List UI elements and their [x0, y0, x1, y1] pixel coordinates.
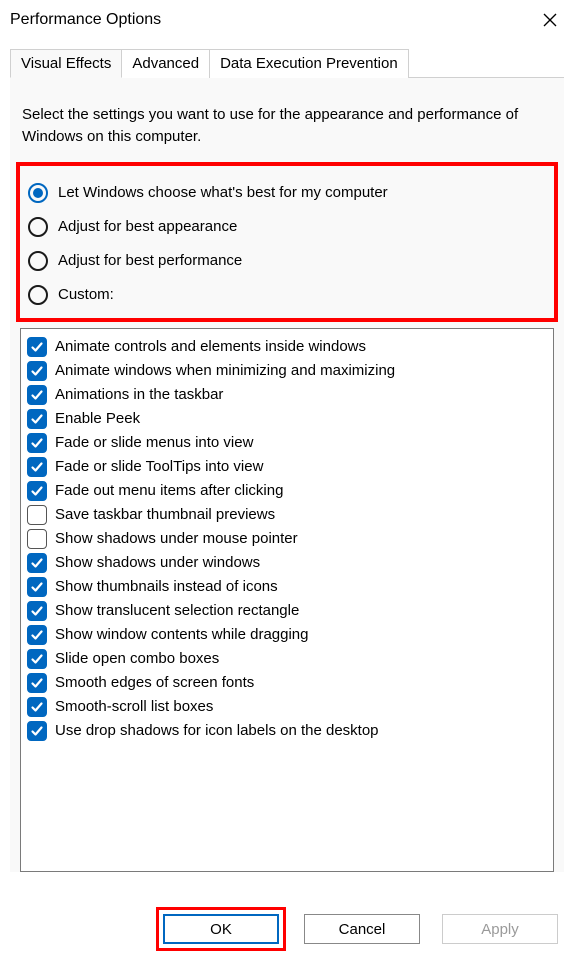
effects-checklist[interactable]: Animate controls and elements inside win… — [20, 328, 554, 872]
check-row[interactable]: Fade or slide menus into view — [27, 431, 547, 455]
check-row[interactable]: Slide open combo boxes — [27, 647, 547, 671]
check-row[interactable]: Animate controls and elements inside win… — [27, 335, 547, 359]
check-label: Enable Peek — [55, 410, 140, 427]
checkbox-icon — [27, 505, 47, 525]
checkbox-icon — [27, 337, 47, 357]
cancel-button[interactable]: Cancel — [304, 914, 420, 944]
check-row[interactable]: Animations in the taskbar — [27, 383, 547, 407]
check-row[interactable]: Animate windows when minimizing and maxi… — [27, 359, 547, 383]
check-label: Fade or slide menus into view — [55, 434, 253, 451]
check-label: Fade out menu items after clicking — [55, 482, 283, 499]
check-label: Fade or slide ToolTips into view — [55, 458, 263, 475]
tab-advanced[interactable]: Advanced — [122, 49, 210, 78]
close-icon — [543, 13, 557, 27]
checkbox-icon — [27, 577, 47, 597]
checkbox-icon — [27, 673, 47, 693]
check-label: Smooth edges of screen fonts — [55, 674, 254, 691]
checkbox-icon — [27, 457, 47, 477]
check-row[interactable]: Show shadows under windows — [27, 551, 547, 575]
checkbox-icon — [27, 601, 47, 621]
check-row[interactable]: Smooth edges of screen fonts — [27, 671, 547, 695]
intro-text: Select the settings you want to use for … — [10, 78, 564, 162]
radio-label: Custom: — [58, 286, 114, 303]
check-label: Slide open combo boxes — [55, 650, 219, 667]
check-row[interactable]: Use drop shadows for icon labels on the … — [27, 719, 547, 743]
check-label: Show translucent selection rectangle — [55, 602, 299, 619]
radio-icon — [28, 217, 48, 237]
check-label: Show thumbnails instead of icons — [55, 578, 278, 595]
checkbox-icon — [27, 361, 47, 381]
checkbox-icon — [27, 649, 47, 669]
tab-dep[interactable]: Data Execution Prevention — [210, 49, 409, 78]
check-row[interactable]: Show translucent selection rectangle — [27, 599, 547, 623]
checkbox-icon — [27, 433, 47, 453]
check-row[interactable]: Show thumbnails instead of icons — [27, 575, 547, 599]
checkbox-icon — [27, 385, 47, 405]
close-button[interactable] — [538, 8, 562, 32]
check-label: Animate controls and elements inside win… — [55, 338, 366, 355]
radio-icon — [28, 285, 48, 305]
highlight-ok-button: OK — [156, 907, 286, 951]
check-label: Show shadows under mouse pointer — [55, 530, 298, 547]
checkbox-icon — [27, 721, 47, 741]
ok-button[interactable]: OK — [163, 914, 279, 944]
checkbox-icon — [27, 481, 47, 501]
check-label: Smooth-scroll list boxes — [55, 698, 213, 715]
radio-best-performance[interactable]: Adjust for best performance — [28, 244, 546, 278]
check-row[interactable]: Enable Peek — [27, 407, 547, 431]
check-row[interactable]: Save taskbar thumbnail previews — [27, 503, 547, 527]
radio-icon — [28, 251, 48, 271]
visual-effects-panel: Select the settings you want to use for … — [10, 78, 564, 872]
highlight-radio-group: Let Windows choose what's best for my co… — [16, 162, 558, 322]
check-label: Use drop shadows for icon labels on the … — [55, 722, 379, 739]
radio-let-windows[interactable]: Let Windows choose what's best for my co… — [28, 176, 546, 210]
check-row[interactable]: Show shadows under mouse pointer — [27, 527, 547, 551]
radio-label: Adjust for best appearance — [58, 218, 237, 235]
apply-button: Apply — [442, 914, 558, 944]
check-label: Animations in the taskbar — [55, 386, 223, 403]
radio-label: Adjust for best performance — [58, 252, 242, 269]
check-label: Show window contents while dragging — [55, 626, 308, 643]
checkbox-icon — [27, 697, 47, 717]
check-row[interactable]: Smooth-scroll list boxes — [27, 695, 547, 719]
window-title: Performance Options — [10, 11, 161, 29]
check-row[interactable]: Show window contents while dragging — [27, 623, 547, 647]
check-row[interactable]: Fade or slide ToolTips into view — [27, 455, 547, 479]
tab-visual-effects[interactable]: Visual Effects — [10, 49, 122, 78]
radio-custom[interactable]: Custom: — [28, 278, 546, 312]
radio-label: Let Windows choose what's best for my co… — [58, 184, 388, 201]
radio-best-appearance[interactable]: Adjust for best appearance — [28, 210, 546, 244]
check-label: Animate windows when minimizing and maxi… — [55, 362, 395, 379]
checkbox-icon — [27, 529, 47, 549]
checkbox-icon — [27, 409, 47, 429]
radio-icon — [28, 183, 48, 203]
tab-strip: Visual Effects Advanced Data Execution P… — [10, 48, 564, 78]
check-label: Save taskbar thumbnail previews — [55, 506, 275, 523]
check-row[interactable]: Fade out menu items after clicking — [27, 479, 547, 503]
check-label: Show shadows under windows — [55, 554, 260, 571]
checkbox-icon — [27, 625, 47, 645]
checkbox-icon — [27, 553, 47, 573]
